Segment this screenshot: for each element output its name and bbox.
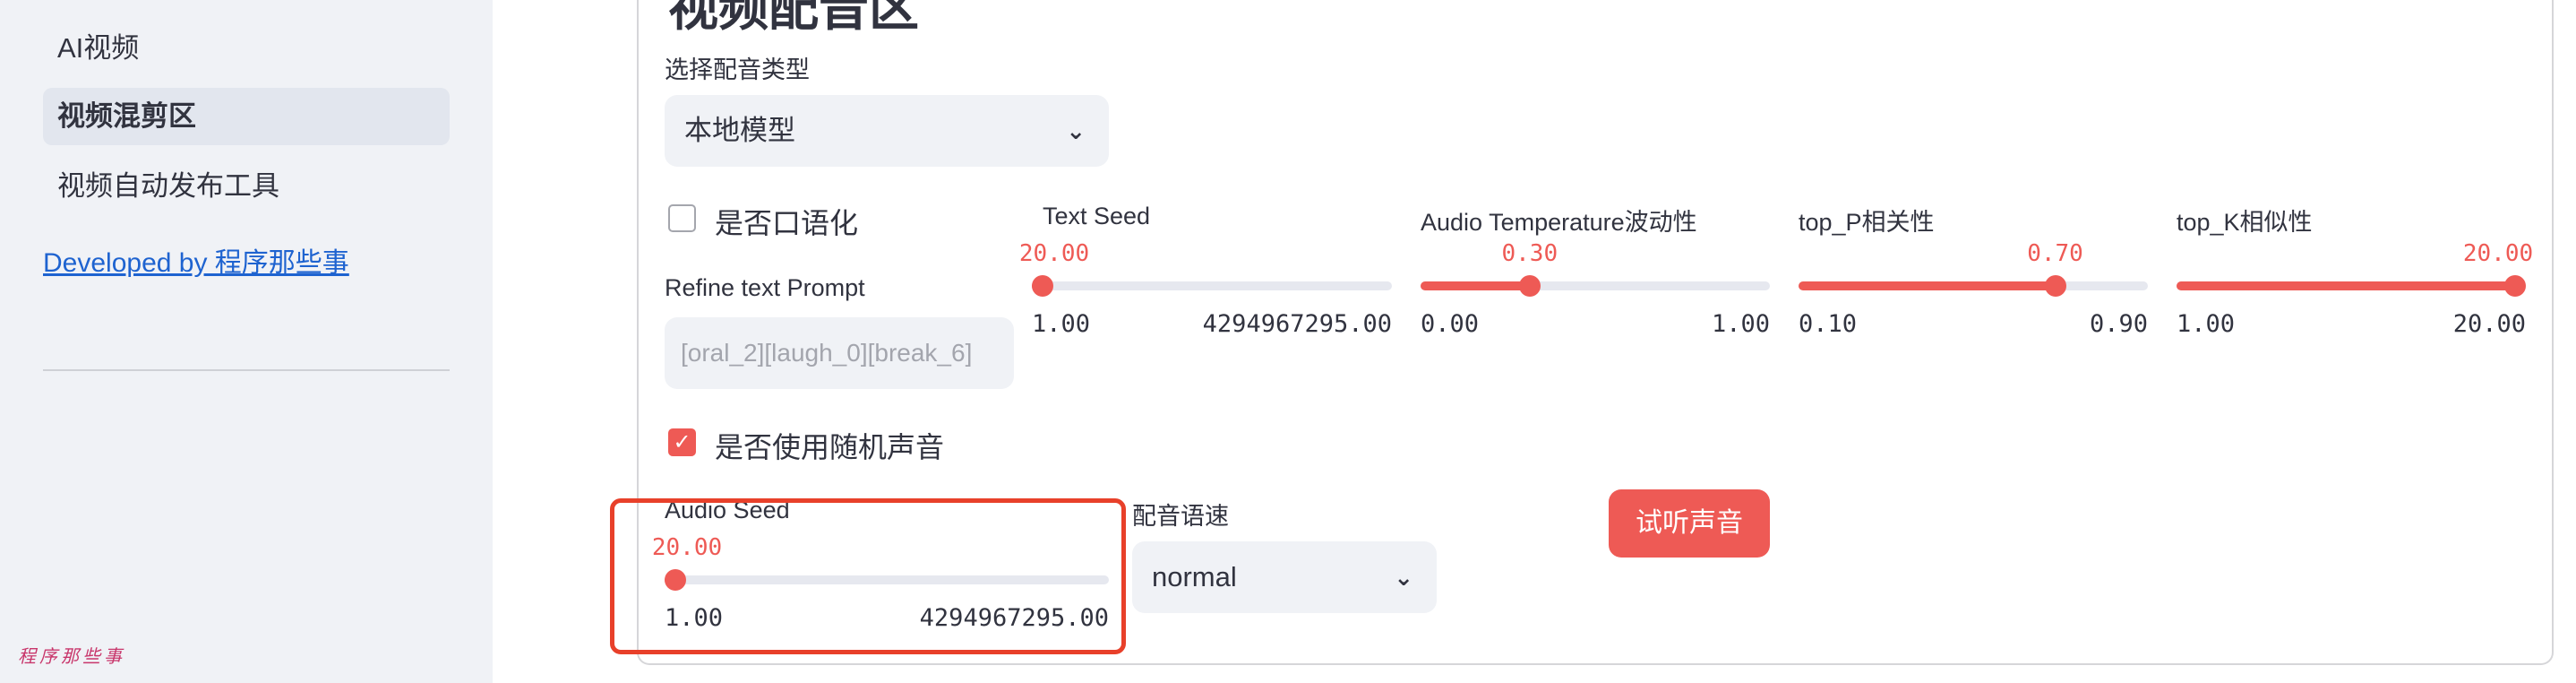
slider-text-seed[interactable]: Text Seed 20.00 1.00 4294967295.00 — [1019, 203, 1392, 346]
audio-seed-highlight — [610, 498, 1126, 654]
slider-max: 0.90 — [2089, 310, 2148, 338]
chevron-down-icon: ⌄ — [1066, 117, 1086, 144]
voice-type-label: 选择配音类型 — [665, 56, 810, 83]
slider-audio-temperature[interactable]: Audio Temperature波动性 0.30 0.00 1.00 — [1421, 203, 1770, 346]
speed-label: 配音语速 — [1132, 503, 1229, 530]
sidebar-item-video-mix[interactable]: 视频混剪区 — [43, 88, 450, 145]
sidebar-item-auto-publish[interactable]: 视频自动发布工具 — [43, 158, 450, 215]
slider-min: 0.10 — [1799, 310, 1858, 338]
watermark: 程序那些事 — [18, 645, 125, 667]
refine-prompt-label: Refine text Prompt — [665, 274, 865, 301]
slider-value: 0.70 — [2027, 240, 2083, 267]
speed-select[interactable]: normal ⌄ — [1132, 541, 1437, 613]
slider-min: 1.00 — [1032, 310, 1091, 338]
slider-value: 20.00 — [2462, 240, 2534, 267]
slider-value: 0.30 — [1501, 240, 1558, 267]
slider-value: 20.00 — [1018, 240, 1090, 267]
oral-checkbox[interactable] — [668, 204, 696, 232]
speed-value: normal — [1152, 561, 1237, 592]
voice-type-select[interactable]: 本地模型 ⌄ — [665, 95, 1109, 167]
slider-top-k[interactable]: top_K相似性 20.00 1.00 20.00 — [2177, 203, 2533, 346]
slider-thumb[interactable] — [2504, 275, 2526, 297]
random-voice-checkbox[interactable]: ✓ — [668, 428, 696, 456]
slider-max: 4294967295.00 — [1202, 310, 1392, 338]
page-title: 视频配音区 — [668, 0, 919, 36]
slider-thumb[interactable] — [1032, 275, 1053, 297]
slider-track[interactable] — [1421, 275, 1770, 297]
slider-track[interactable] — [2177, 275, 2526, 297]
slider-label: Text Seed — [1043, 203, 1151, 229]
voice-type-value: 本地模型 — [684, 115, 795, 146]
slider-min: 0.00 — [1421, 310, 1480, 338]
slider-track[interactable] — [1799, 275, 2148, 297]
refine-prompt-input[interactable]: [oral_2][laugh_0][break_6] — [665, 317, 1014, 389]
slider-label: top_K相似性 — [2177, 209, 2313, 236]
slider-track[interactable] — [1032, 275, 1392, 297]
preview-voice-button[interactable]: 试听声音 — [1609, 489, 1770, 558]
slider-max: 1.00 — [1711, 310, 1770, 338]
chevron-down-icon: ⌄ — [1394, 564, 1413, 591]
random-voice-checkbox-label: 是否使用随机声音 — [715, 431, 945, 463]
oral-checkbox-label: 是否口语化 — [715, 207, 859, 239]
slider-label: top_P相关性 — [1799, 209, 1935, 236]
slider-top-p[interactable]: top_P相关性 0.70 0.10 0.90 — [1799, 203, 2148, 346]
slider-min: 1.00 — [2177, 310, 2236, 338]
sidebar-item-ai-video[interactable]: AI视频 — [43, 20, 450, 77]
slider-label: Audio Temperature波动性 — [1421, 209, 1697, 236]
sidebar: AI视频 视频混剪区 视频自动发布工具 Developed by 程序那些事 程… — [0, 0, 493, 683]
sidebar-divider — [43, 369, 450, 371]
slider-fill — [2177, 281, 2515, 290]
slider-max: 20.00 — [2452, 310, 2526, 338]
slider-fill — [1799, 281, 2056, 290]
slider-fill — [1421, 281, 1530, 290]
slider-thumb[interactable] — [2044, 275, 2066, 297]
slider-thumb[interactable] — [1518, 275, 1541, 297]
developer-link[interactable]: Developed by 程序那些事 — [43, 240, 349, 280]
